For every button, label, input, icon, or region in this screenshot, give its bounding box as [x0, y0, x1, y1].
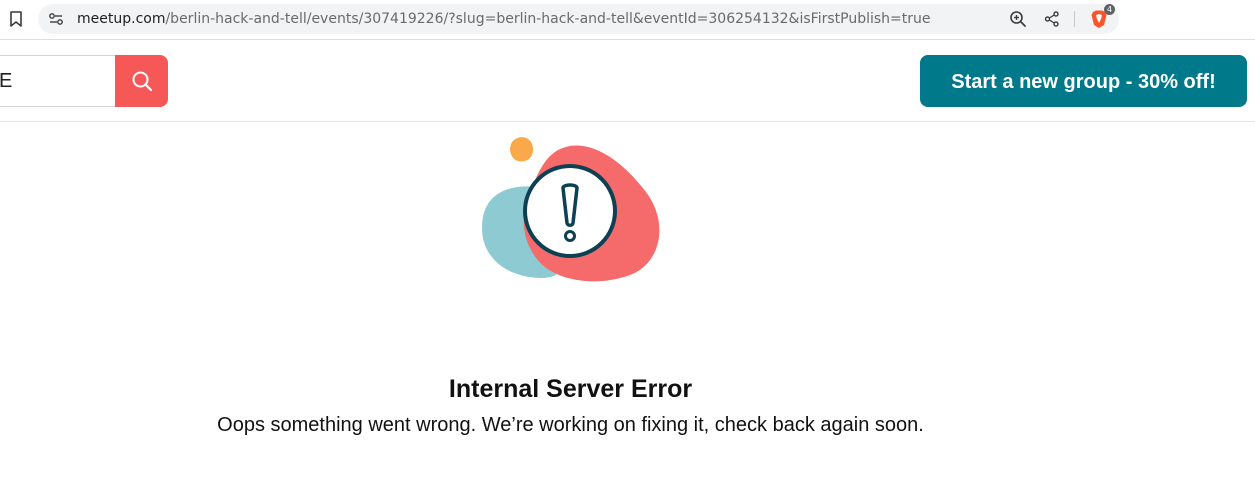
site-settings-icon[interactable] [48, 11, 64, 27]
alert-circle [523, 164, 617, 258]
url-text[interactable]: meetup.com/berlin-hack-and-tell/events/3… [77, 11, 931, 27]
orange-blob [510, 137, 534, 162]
zoom-icon[interactable] [1008, 9, 1028, 29]
start-new-group-button[interactable]: Start a new group - 30% off! [920, 55, 1247, 107]
site-header: Start a new group - 30% off! [0, 41, 1255, 122]
error-illustration [470, 132, 670, 287]
error-title: Internal Server Error [448, 375, 693, 403]
bookmark-icon[interactable] [6, 9, 26, 29]
search-button[interactable] [115, 55, 168, 107]
browser-toolbar: meetup.com/berlin-hack-and-tell/events/3… [0, 0, 1255, 40]
url-host: meetup.com [77, 11, 166, 27]
toolbar-divider [1074, 11, 1075, 27]
shield-badge: 4 [1104, 4, 1115, 15]
share-icon[interactable] [1042, 9, 1062, 29]
address-bar[interactable]: meetup.com/berlin-hack-and-tell/events/3… [38, 4, 1119, 34]
search-input[interactable] [0, 55, 115, 107]
brave-shield-icon[interactable]: 4 [1089, 4, 1115, 29]
search-icon [132, 71, 152, 92]
error-message: Oops something went wrong. We’re working… [217, 414, 924, 436]
address-bar-actions: 4 [994, 4, 1115, 30]
url-path: /berlin-hack-and-tell/events/307419226/?… [165, 11, 931, 27]
